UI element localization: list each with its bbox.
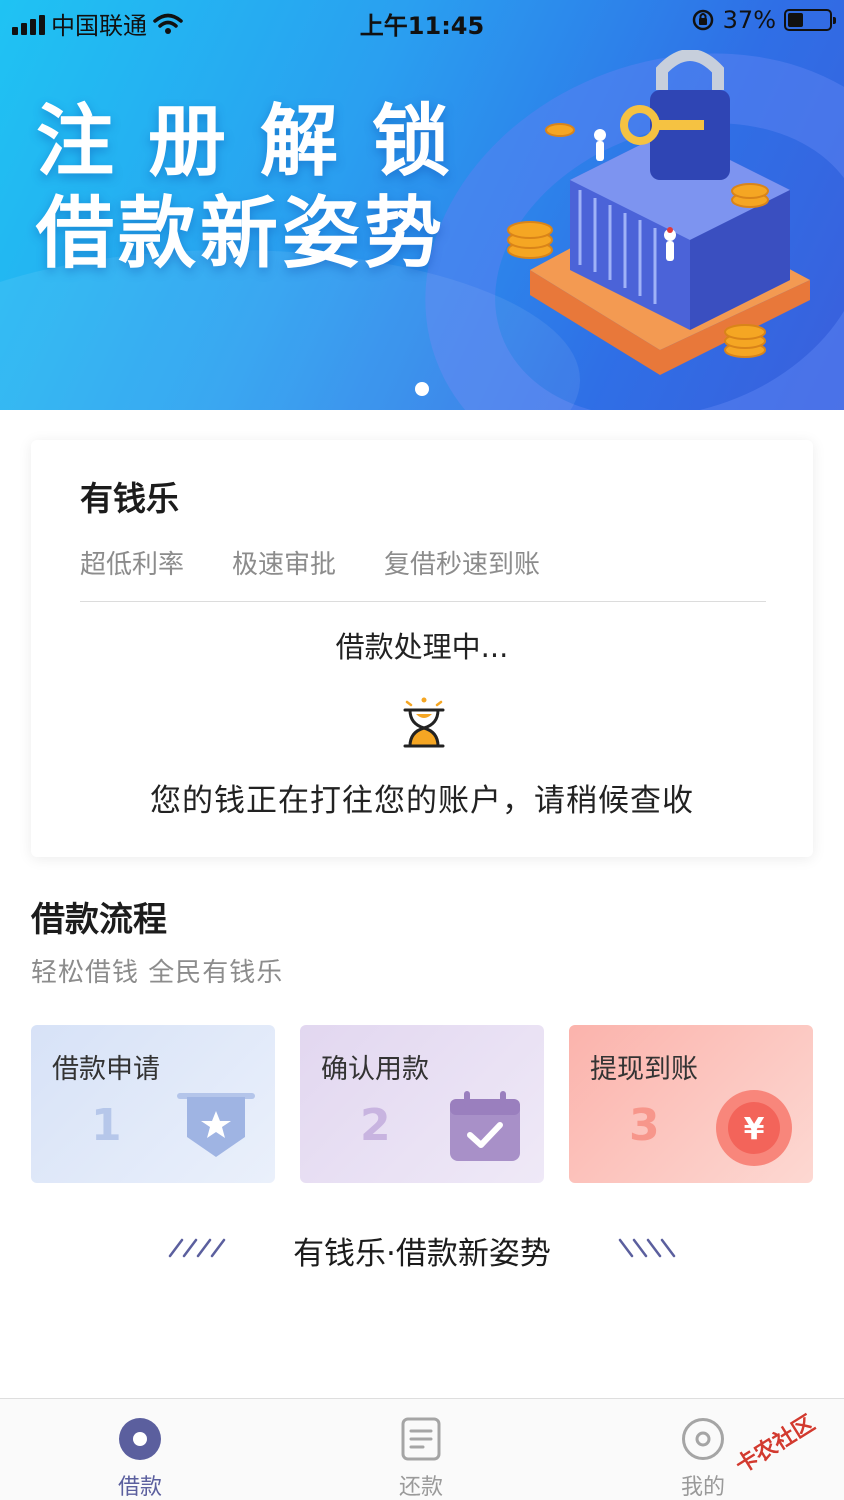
- step-card-confirm[interactable]: 确认用款 2: [300, 1025, 544, 1183]
- tab-loan[interactable]: 借款: [60, 1399, 220, 1500]
- banner-page-dot[interactable]: [415, 382, 429, 396]
- tab-label: 还款: [398, 1475, 443, 1500]
- feature-tag: 极速审批: [232, 550, 337, 580]
- battery-icon: [784, 9, 836, 31]
- calendar-check-icon: [450, 1091, 520, 1161]
- loan-status-card: 有钱乐 超低利率 极速审批 复借秒速到账 借款处理中... 您的钱正在打往您的账…: [31, 440, 813, 857]
- step-number: 1: [91, 1100, 122, 1151]
- step-label: 借款申请: [52, 1054, 160, 1085]
- rotation-lock-icon: [692, 9, 713, 31]
- badge-star-icon: [177, 1093, 255, 1157]
- process-title: 借款流程: [31, 900, 167, 940]
- battery-level: [788, 13, 803, 27]
- promo-banner[interactable]: 注册解锁 借款新姿势: [0, 0, 844, 410]
- hourglass-icon: [403, 697, 445, 748]
- vault-illustration-icon: [507, 50, 810, 375]
- step-number: 2: [360, 1100, 391, 1151]
- battery-percent: 37%: [722, 6, 776, 34]
- card-divider: [80, 601, 766, 602]
- card-title: 有钱乐: [80, 479, 179, 518]
- process-subtitle: 轻松借钱 全民有钱乐: [31, 958, 284, 988]
- tab-label: 借款: [117, 1475, 162, 1500]
- tab-repayment[interactable]: 还款: [341, 1399, 501, 1500]
- banner-title-line1: 注册解锁: [36, 97, 485, 187]
- slogan: 有钱乐·借款新姿势: [293, 1236, 551, 1272]
- banner-title: 注册解锁 借款新姿势: [36, 96, 484, 280]
- step-card-withdraw[interactable]: 提现到账 3 ¥: [569, 1025, 813, 1183]
- loan-icon: [119, 1418, 161, 1460]
- banner-title-line2: 借款新姿势: [36, 189, 447, 279]
- step-label: 提现到账: [590, 1054, 698, 1085]
- feature-tag: 超低利率: [80, 550, 185, 580]
- yuan-symbol: ¥: [744, 1112, 765, 1147]
- bottom-tab-bar: 借款 还款 我的: [0, 1398, 844, 1500]
- profile-circle-icon: [682, 1418, 724, 1460]
- step-label: 确认用款: [321, 1054, 429, 1085]
- processing-message: 您的钱正在打往您的账户，请稍候查收: [150, 783, 694, 819]
- status-bar: 中国联通 上午11:45 37%: [0, 0, 844, 44]
- feature-tag: 复借秒速到账: [384, 550, 541, 580]
- feature-tags: 超低利率 极速审批 复借秒速到账: [80, 544, 540, 581]
- document-icon: [401, 1417, 441, 1461]
- decorative-backslashes-icon: [618, 1238, 676, 1258]
- status-right: 37%: [691, 6, 836, 34]
- processing-status: 借款处理中...: [335, 630, 509, 664]
- step-number: 3: [629, 1100, 660, 1151]
- yuan-coin-icon: ¥: [716, 1090, 792, 1166]
- step-card-apply[interactable]: 借款申请 1: [31, 1025, 275, 1183]
